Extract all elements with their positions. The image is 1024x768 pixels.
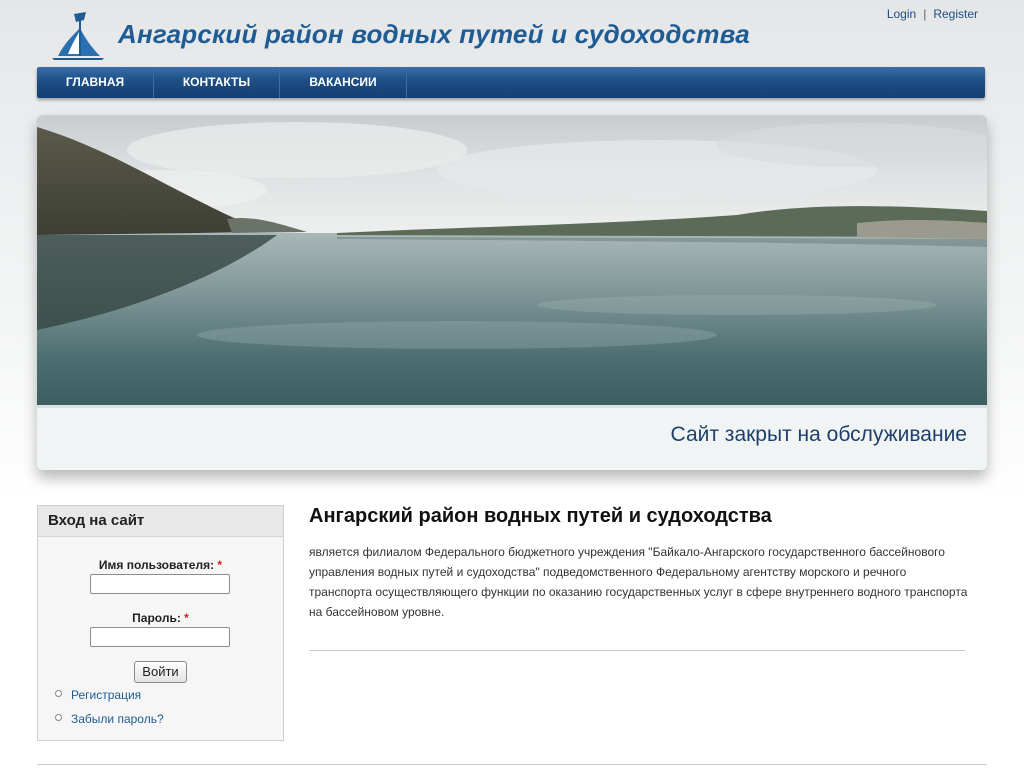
login-block-title: Вход на сайт xyxy=(38,506,283,537)
nav-item-contacts[interactable]: КОНТАКТЫ xyxy=(154,67,280,98)
user-links: Login | Register xyxy=(887,7,978,21)
username-label: Имя пользователя: * xyxy=(38,558,283,572)
footer-divider xyxy=(37,764,987,765)
page-description: является филиалом Федерального бюджетног… xyxy=(309,545,968,619)
login-block: Вход на сайт Имя пользователя: * Пароль:… xyxy=(37,505,284,741)
banner: Сайт закрыт на обслуживание xyxy=(37,115,987,470)
login-submit-button[interactable]: Войти xyxy=(134,661,187,683)
main-nav: ГЛАВНАЯ КОНТАКТЫ ВАКАНСИИ xyxy=(37,67,985,98)
banner-caption: Сайт закрыт на обслуживание xyxy=(37,405,987,470)
nav-item-home[interactable]: ГЛАВНАЯ xyxy=(37,67,154,98)
username-required-mark: * xyxy=(217,558,223,572)
user-links-separator: | xyxy=(923,7,927,21)
username-label-text: Имя пользователя: xyxy=(98,558,215,572)
register-link[interactable]: Register xyxy=(933,7,978,21)
nav-item-vacancies[interactable]: ВАКАНСИИ xyxy=(280,67,407,98)
content-divider xyxy=(309,650,965,651)
forgot-password-link[interactable]: Забыли пароль? xyxy=(71,712,164,726)
page-title: Ангарский район водных путей и судоходст… xyxy=(309,505,772,527)
sail-logo-icon[interactable] xyxy=(50,10,106,62)
login-link[interactable]: Login xyxy=(887,7,916,21)
username-input[interactable] xyxy=(90,574,230,594)
bullet-icon xyxy=(55,714,62,721)
password-required-mark: * xyxy=(184,611,189,625)
password-input[interactable] xyxy=(90,627,230,647)
password-label-text: Пароль: xyxy=(132,611,181,625)
maintenance-notice: Сайт закрыт на обслуживание xyxy=(670,423,967,446)
password-label: Пароль: * xyxy=(38,611,283,625)
site-title[interactable]: Ангарский район водных путей и судоходст… xyxy=(118,19,750,50)
bullet-icon xyxy=(55,690,62,697)
registration-link[interactable]: Регистрация xyxy=(71,688,141,702)
